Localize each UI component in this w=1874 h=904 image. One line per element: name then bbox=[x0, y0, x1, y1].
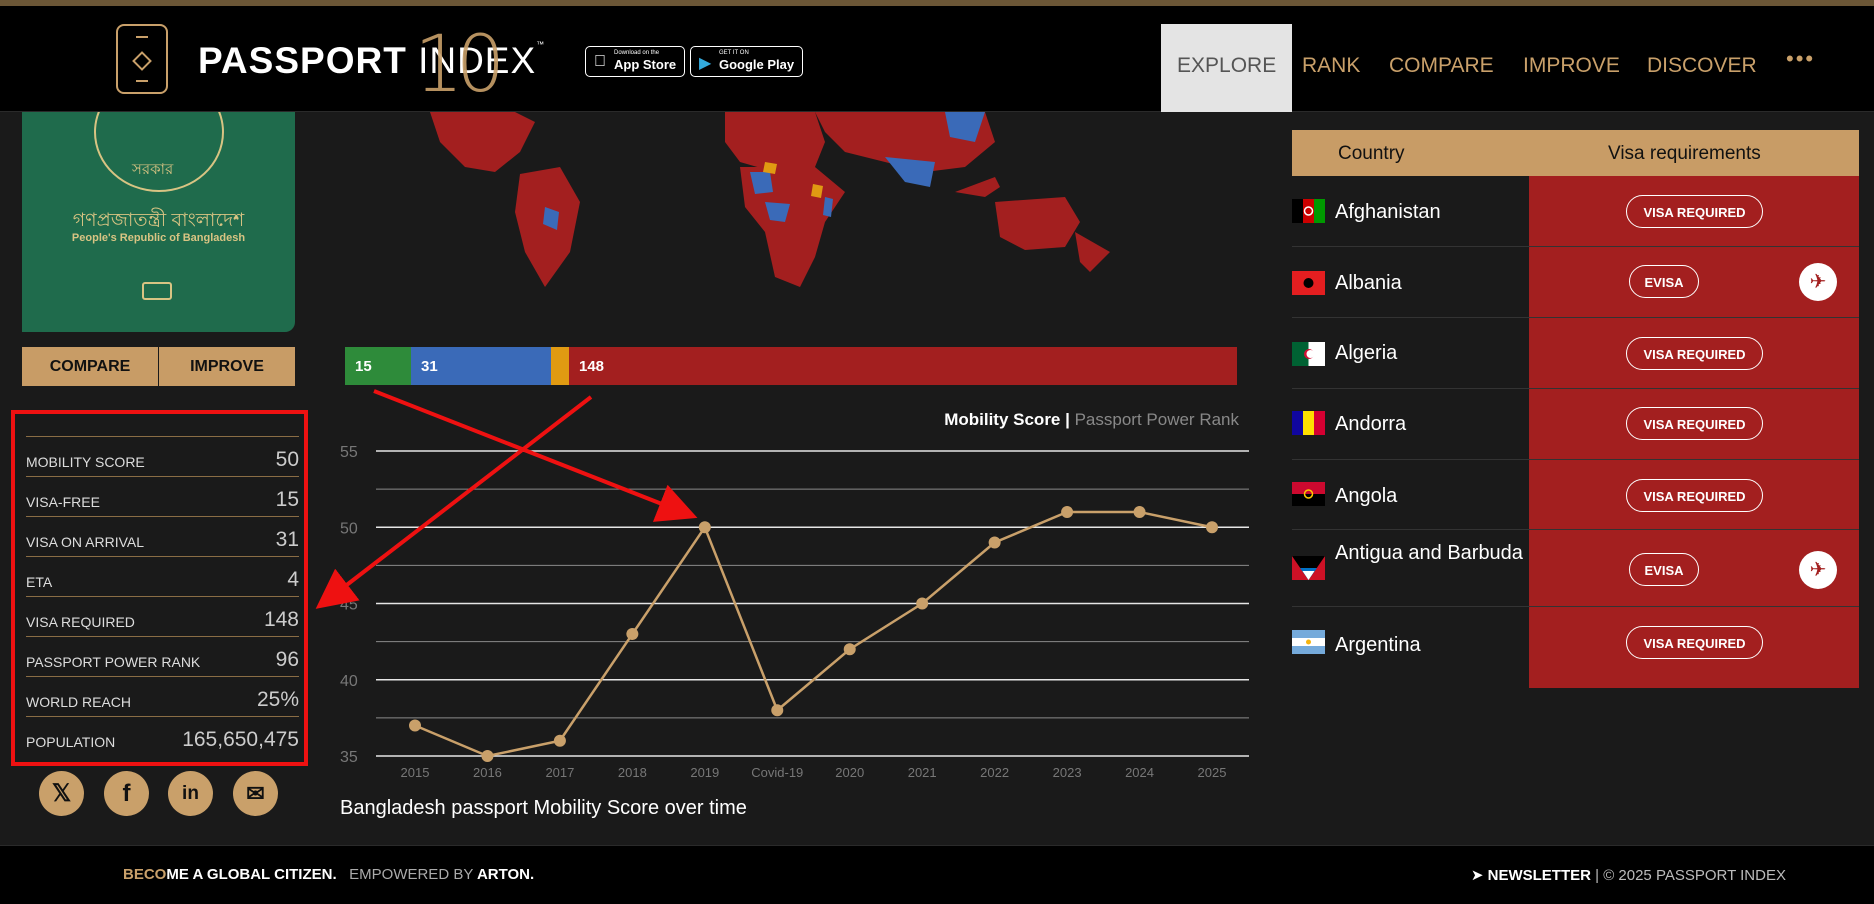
country-name[interactable]: Andorra bbox=[1335, 409, 1406, 439]
requirement-badge[interactable]: VISA REQUIRED bbox=[1626, 337, 1763, 370]
requirement-badge[interactable]: VISA REQUIRED bbox=[1626, 479, 1763, 512]
flag-albania-icon bbox=[1292, 271, 1325, 295]
requirement-cell: VISA REQUIRED bbox=[1529, 318, 1859, 388]
requirement-badge[interactable]: EVISA bbox=[1629, 265, 1699, 298]
country-name[interactable]: Albania bbox=[1335, 268, 1402, 298]
x-tick-label: 2018 bbox=[618, 765, 647, 780]
country-name[interactable]: Algeria bbox=[1335, 338, 1397, 368]
requirement-badge[interactable]: VISA REQUIRED bbox=[1626, 195, 1763, 228]
data-point[interactable] bbox=[1206, 521, 1218, 534]
newsletter-link[interactable]: NEWSLETTER bbox=[1488, 867, 1591, 884]
y-tick-label: 40 bbox=[340, 673, 358, 690]
y-tick-label: 55 bbox=[340, 444, 358, 461]
col-visa-requirements[interactable]: Visa requirements bbox=[1608, 143, 1761, 165]
x-tick-label: 2016 bbox=[473, 765, 502, 780]
y-tick-label: 50 bbox=[340, 520, 358, 537]
country-name[interactable]: Afghanistan bbox=[1335, 197, 1441, 227]
table-row[interactable]: Antigua and Barbuda EVISA ✈ bbox=[1292, 530, 1859, 607]
x-tick-label: 2023 bbox=[1053, 765, 1082, 780]
x-tick-label: 2021 bbox=[908, 765, 937, 780]
flag-antigua-barbuda-icon bbox=[1292, 556, 1325, 580]
x-tick-label: 2019 bbox=[690, 765, 719, 780]
requirement-badge[interactable]: EVISA bbox=[1629, 553, 1699, 586]
x-tick-label: 2015 bbox=[401, 765, 430, 780]
send-icon: ➤ bbox=[1470, 867, 1484, 884]
country-name[interactable]: Antigua and Barbuda bbox=[1335, 538, 1523, 568]
flag-afghanistan-icon bbox=[1292, 199, 1325, 223]
table-row[interactable]: Andorra VISA REQUIRED bbox=[1292, 389, 1859, 460]
requirement-cell: VISA REQUIRED bbox=[1529, 176, 1859, 246]
data-point[interactable] bbox=[553, 734, 566, 747]
slogan-accent: BECO bbox=[123, 866, 167, 883]
x-tick-label: 2024 bbox=[1125, 765, 1154, 780]
flag-andorra-icon bbox=[1292, 411, 1325, 435]
copyright: | © 2025 PASSPORT INDEX bbox=[1595, 867, 1786, 884]
col-country[interactable]: Country bbox=[1338, 143, 1405, 165]
x-tick-label: 2022 bbox=[980, 765, 1009, 780]
plane-icon[interactable]: ✈ bbox=[1799, 551, 1837, 589]
data-point[interactable] bbox=[409, 719, 421, 732]
flag-angola-icon bbox=[1292, 482, 1325, 506]
x-tick-label: Covid-19 bbox=[751, 765, 803, 780]
requirement-badge[interactable]: VISA REQUIRED bbox=[1626, 626, 1763, 659]
chart-title: Bangladesh passport Mobility Score over … bbox=[340, 797, 747, 819]
table-row[interactable]: Afghanistan VISA REQUIRED bbox=[1292, 176, 1859, 247]
country-name[interactable]: Angola bbox=[1335, 481, 1397, 511]
data-point[interactable] bbox=[481, 750, 494, 762]
plane-icon[interactable]: ✈ bbox=[1799, 263, 1837, 301]
slogan-rest: ME A GLOBAL CITIZEN. bbox=[166, 866, 337, 883]
data-point[interactable] bbox=[988, 536, 1001, 549]
data-point[interactable] bbox=[698, 521, 711, 534]
footer-slogan: BECOME A GLOBAL CITIZEN. EMPOWERED BY AR… bbox=[123, 866, 534, 883]
empowered-by: EMPOWERED BY bbox=[349, 866, 474, 883]
flag-algeria-icon bbox=[1292, 342, 1325, 366]
footer-right: ➤ NEWSLETTER | © 2025 PASSPORT INDEX bbox=[1471, 866, 1786, 884]
series-line bbox=[414, 510, 1213, 758]
requirement-cell: VISA REQUIRED bbox=[1529, 607, 1859, 688]
table-row[interactable]: Algeria VISA REQUIRED bbox=[1292, 318, 1859, 389]
y-tick-label: 35 bbox=[340, 749, 358, 766]
table-row[interactable]: Argentina VISA REQUIRED bbox=[1292, 607, 1859, 688]
table-header: Country Visa requirements bbox=[1292, 130, 1859, 176]
requirement-cell: EVISA ✈ bbox=[1529, 530, 1859, 606]
data-point[interactable] bbox=[916, 597, 929, 610]
country-name[interactable]: Argentina bbox=[1335, 630, 1421, 660]
arton-link[interactable]: ARTON. bbox=[477, 866, 534, 883]
requirement-cell: VISA REQUIRED bbox=[1529, 389, 1859, 459]
y-tick-label: 45 bbox=[340, 597, 358, 614]
x-tick-label: 2017 bbox=[545, 765, 574, 780]
data-point[interactable] bbox=[843, 643, 856, 656]
x-tick-label: 2020 bbox=[835, 765, 864, 780]
site-footer: BECOME A GLOBAL CITIZEN. EMPOWERED BY AR… bbox=[0, 845, 1874, 904]
requirement-cell: EVISA ✈ bbox=[1529, 247, 1859, 317]
data-point[interactable] bbox=[1061, 506, 1074, 518]
table-row[interactable]: Albania EVISA ✈ bbox=[1292, 247, 1859, 318]
data-point[interactable] bbox=[1133, 506, 1146, 518]
data-point[interactable] bbox=[626, 628, 639, 640]
table-row[interactable]: Angola VISA REQUIRED bbox=[1292, 460, 1859, 530]
data-point[interactable] bbox=[771, 704, 784, 717]
x-tick-label: 2025 bbox=[1198, 765, 1227, 780]
requirement-badge[interactable]: VISA REQUIRED bbox=[1626, 407, 1763, 440]
flag-argentina-icon bbox=[1292, 630, 1325, 654]
requirement-cell: VISA REQUIRED bbox=[1529, 460, 1859, 529]
